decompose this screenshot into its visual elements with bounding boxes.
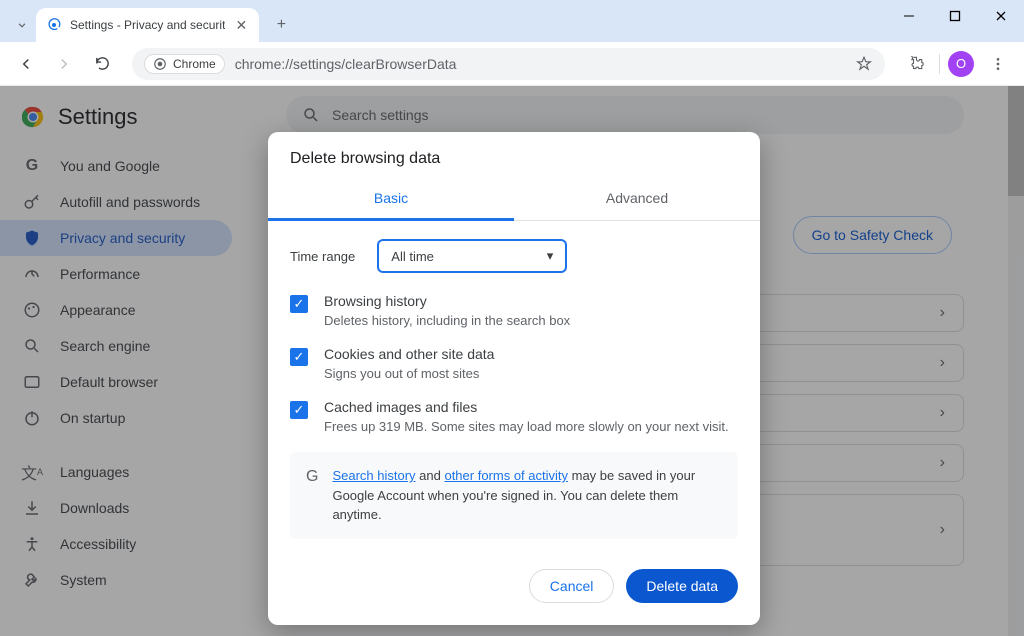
browser-toolbar: Chrome chrome://settings/clearBrowserDat… <box>0 42 1024 86</box>
option-cookies: ✓ Cookies and other site data Signs you … <box>290 346 738 381</box>
dialog-title: Delete browsing data <box>268 132 760 178</box>
search-history-link[interactable]: Search history <box>332 468 415 483</box>
window-close[interactable] <box>978 0 1024 32</box>
browser-tab[interactable]: Settings - Privacy and securit ✕ <box>36 8 259 42</box>
option-sub: Frees up 319 MB. Some sites may load mor… <box>324 419 729 434</box>
site-chip-label: Chrome <box>173 57 216 71</box>
delete-data-button[interactable]: Delete data <box>626 569 738 603</box>
address-bar[interactable]: Chrome chrome://settings/clearBrowserDat… <box>132 48 885 80</box>
bookmark-icon[interactable] <box>855 55 873 73</box>
checkbox-cookies[interactable]: ✓ <box>290 348 308 366</box>
url-text: chrome://settings/clearBrowserData <box>235 56 457 72</box>
info-text: Search history and other forms of activi… <box>332 466 722 525</box>
option-title: Browsing history <box>324 293 570 309</box>
option-browsing-history: ✓ Browsing history Deletes history, incl… <box>290 293 738 328</box>
option-sub: Deletes history, including in the search… <box>324 313 570 328</box>
other-activity-link[interactable]: other forms of activity <box>444 468 568 483</box>
menu-icon[interactable] <box>982 48 1014 80</box>
window-titlebar: Settings - Privacy and securit ✕ + <box>0 0 1024 42</box>
tab-title: Settings - Privacy and securit <box>70 18 225 32</box>
profile-avatar[interactable]: O <box>948 51 974 77</box>
option-sub: Signs you out of most sites <box>324 366 494 381</box>
tab-search-dropdown[interactable] <box>8 11 36 39</box>
reload-button[interactable] <box>86 48 118 80</box>
dropdown-arrow-icon: ▾ <box>547 248 554 264</box>
option-title: Cookies and other site data <box>324 346 494 362</box>
toolbar-separator <box>939 54 940 74</box>
checkbox-cache[interactable]: ✓ <box>290 401 308 419</box>
tab-basic[interactable]: Basic <box>268 178 514 221</box>
tab-advanced[interactable]: Advanced <box>514 178 760 220</box>
tab-close-icon[interactable]: ✕ <box>233 17 249 33</box>
back-button[interactable] <box>10 48 42 80</box>
checkbox-browsing-history[interactable]: ✓ <box>290 295 308 313</box>
window-maximize[interactable] <box>932 0 978 32</box>
google-account-info: G Search history and other forms of acti… <box>290 452 738 539</box>
google-g-icon: G <box>306 468 318 486</box>
time-range-label: Time range <box>290 249 355 264</box>
option-cache: ✓ Cached images and files Frees up 319 M… <box>290 399 738 434</box>
cancel-button[interactable]: Cancel <box>529 569 615 603</box>
forward-button[interactable] <box>48 48 80 80</box>
window-minimize[interactable] <box>886 0 932 32</box>
extensions-icon[interactable] <box>899 48 931 80</box>
tab-favicon <box>46 17 62 33</box>
site-chip: Chrome <box>144 54 225 74</box>
delete-browsing-data-dialog: Delete browsing data Basic Advanced Time… <box>268 132 760 625</box>
new-tab-button[interactable]: + <box>267 11 295 39</box>
option-title: Cached images and files <box>324 399 729 415</box>
time-range-select[interactable]: All time ▾ <box>377 239 567 273</box>
time-range-value: All time <box>391 249 434 264</box>
